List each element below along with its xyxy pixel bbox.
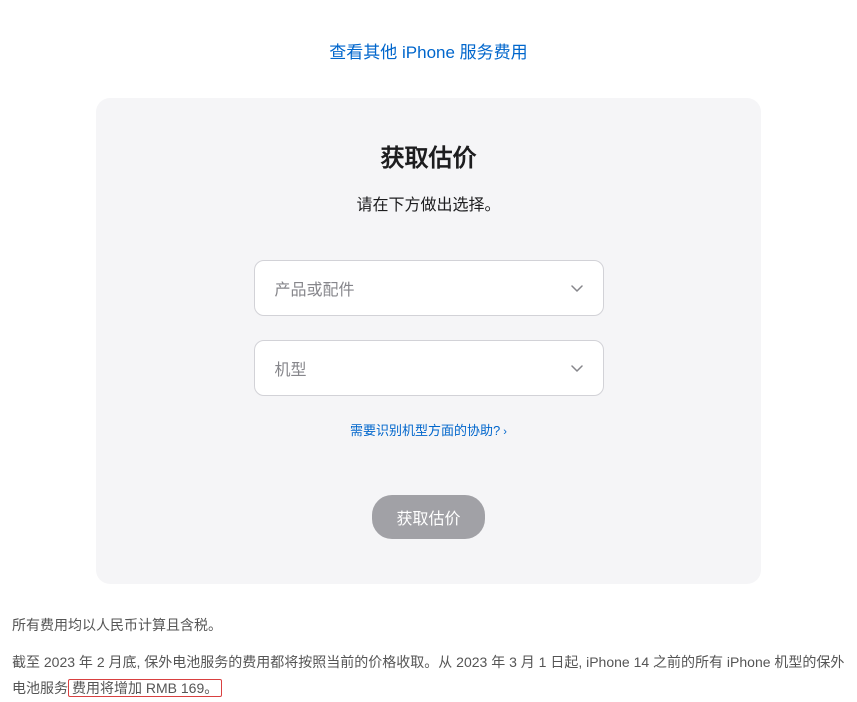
footer-line-2: 截至 2023 年 2 月底, 保外电池服务的费用都将按照当前的价格收取。从 2… <box>12 649 845 702</box>
product-select[interactable]: 产品或配件 <box>254 260 604 316</box>
estimate-card: 获取估价 请在下方做出选择。 产品或配件 机型 需要识别机型方面的协助?› <box>96 98 761 584</box>
chevron-right-icon: › <box>503 426 507 438</box>
price-increase-highlight: 费用将增加 RMB 169。 <box>68 679 222 697</box>
help-link-container: 需要识别机型方面的协助?› <box>156 420 701 440</box>
model-select[interactable]: 机型 <box>254 340 604 396</box>
card-title: 获取估价 <box>156 138 701 173</box>
footer-notes: 所有费用均以人民币计算且含税。 截至 2023 年 2 月底, 保外电池服务的费… <box>0 584 857 702</box>
product-select-placeholder: 产品或配件 <box>275 276 355 300</box>
card-subtitle: 请在下方做出选择。 <box>156 191 701 215</box>
top-link-container: 查看其他 iPhone 服务费用 <box>0 0 857 98</box>
get-estimate-button[interactable]: 获取估价 <box>372 495 484 539</box>
view-other-services-link[interactable]: 查看其他 iPhone 服务费用 <box>329 43 527 62</box>
help-link-text: 需要识别机型方面的协助? <box>350 423 500 438</box>
model-select-wrapper: 机型 <box>254 340 604 396</box>
chevron-down-icon <box>571 361 583 375</box>
chevron-down-icon <box>571 281 583 295</box>
button-wrapper: 获取估价 <box>156 495 701 539</box>
footer-line-1: 所有费用均以人民币计算且含税。 <box>12 612 845 639</box>
model-select-placeholder: 机型 <box>275 356 307 380</box>
product-select-wrapper: 产品或配件 <box>254 260 604 316</box>
identify-model-help-link[interactable]: 需要识别机型方面的协助?› <box>350 423 507 438</box>
